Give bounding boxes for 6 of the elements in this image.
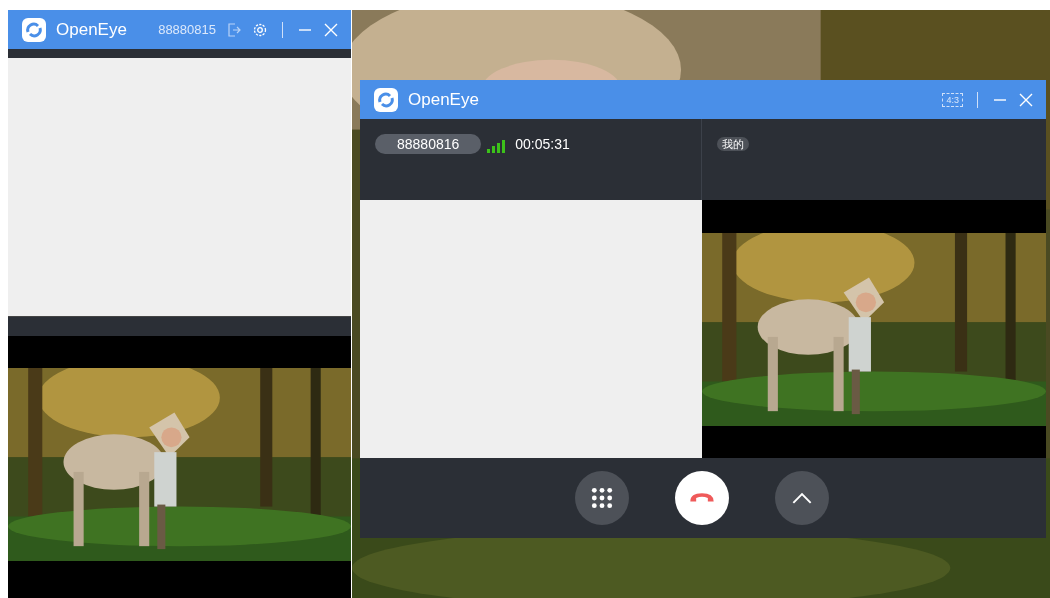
logo-icon	[22, 17, 46, 42]
logout-icon[interactable]	[226, 21, 242, 38]
window-title: OpenEye	[56, 19, 127, 40]
account-number: 88880815	[158, 22, 216, 37]
settings-icon[interactable]	[252, 21, 268, 38]
close-icon[interactable]	[323, 21, 339, 38]
